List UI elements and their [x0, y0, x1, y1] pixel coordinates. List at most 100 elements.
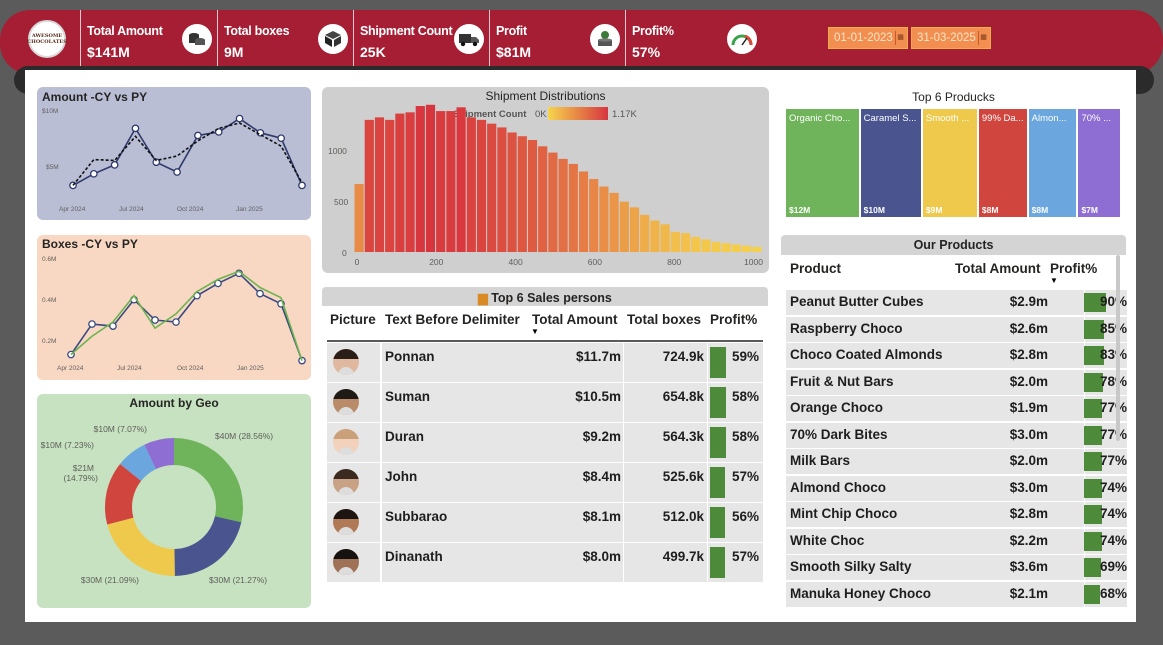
histogram-bar	[466, 117, 476, 252]
header-divider	[327, 340, 763, 342]
table-row[interactable]: Peanut Butter Cubes $2.9m 90%	[786, 290, 1127, 316]
trophy-icon: ▆	[478, 291, 488, 305]
profit-percent: 90%	[1099, 294, 1127, 309]
salesperson-name: John	[385, 469, 418, 484]
start-date-input[interactable]: 01-01-2023 ▦	[828, 27, 908, 49]
table-row[interactable]: Suman $10.5m 654.8k 58%	[327, 383, 763, 423]
kpi-total-amount[interactable]: Total Amount $141M	[80, 10, 163, 66]
table-row[interactable]: Smooth Silky Salty $3.6m 69%	[786, 555, 1127, 581]
table-row[interactable]: 70% Dark Bites $3.0m 77%	[786, 422, 1127, 449]
treemap-tile[interactable]: Organic Cho... $12M	[786, 109, 859, 217]
total-amount: $8.0m	[582, 549, 621, 564]
kpi-profit[interactable]: Profit $81M	[489, 10, 531, 66]
kpi-total-boxes[interactable]: Total boxes 9M	[217, 10, 290, 66]
col-header[interactable]: Text Before Delimiter	[385, 312, 520, 327]
shipment-distribution-chart[interactable]: Shipment Distributions Shipment Count 0K…	[322, 87, 769, 273]
table-row[interactable]: Dinanath $8.0m 499.7k 57%	[327, 543, 763, 583]
table-row[interactable]: Milk Bars $2.0m 77%	[786, 449, 1127, 475]
kpi-profit-percent[interactable]: Profit% 57%	[625, 10, 674, 66]
total-amount: $3.0m	[1009, 479, 1048, 495]
slice-label: $10M (7.07%)	[94, 424, 148, 434]
histogram-bar	[701, 239, 711, 252]
tile-label: Smooth ...	[925, 113, 970, 124]
total-boxes: 564.3k	[662, 429, 704, 444]
sort-desc-icon[interactable]: ▼	[531, 327, 539, 336]
sort-desc-icon[interactable]: ▼	[1050, 276, 1058, 285]
total-amount: $2.0m	[1009, 453, 1048, 468]
total-boxes: 654.8k	[662, 389, 704, 404]
col-header[interactable]: Profit%	[1050, 261, 1097, 276]
donut-svg: $40M (28.56%) $30M (21.27%) $30M (21.09%) $…	[41, 424, 274, 585]
boxes-cy-py-chart[interactable]: Boxes -CY vs PY 0.6M 0.4M 0.2M Apr 2024 …	[37, 235, 311, 380]
slice-label: $30M (21.27%)	[209, 575, 267, 585]
histogram-bar	[609, 192, 619, 252]
scrollbar[interactable]	[1116, 255, 1120, 441]
histogram-bar	[640, 214, 650, 252]
data-point	[194, 131, 202, 140]
tile-value: $10M	[863, 205, 885, 215]
table-row[interactable]: Ponnan $11.7m 724.9k 59%	[327, 343, 763, 383]
col-header[interactable]: Picture	[330, 312, 376, 327]
histogram-bar	[487, 123, 497, 253]
calendar-icon[interactable]: ▦	[978, 31, 988, 45]
calendar-icon[interactable]: ▦	[895, 31, 905, 45]
donut-slice	[174, 516, 242, 576]
sales-table[interactable]: Picture Text Before Delimiter Total Amou…	[327, 306, 763, 583]
table-row[interactable]: Subbarao $8.1m 512.0k 56%	[327, 503, 763, 543]
profit-percent: 56%	[731, 509, 759, 524]
product-name: 70% Dark Bites	[790, 426, 888, 442]
col-header[interactable]: Total Amount	[955, 261, 1040, 276]
end-date-input[interactable]: 31-03-2025 ▦	[911, 27, 991, 49]
treemap-tile[interactable]: Smooth ... $9M	[922, 109, 977, 217]
table-row[interactable]: Duran $9.2m 564.3k 58%	[327, 423, 763, 463]
tile-value: $12M	[789, 205, 811, 215]
data-point	[110, 161, 119, 169]
col-header[interactable]: Total Amount	[532, 312, 617, 327]
sales-title-text: Top 6 Sales persons	[491, 291, 612, 305]
histogram-bar	[568, 163, 578, 252]
product-name: Peanut Butter Cubes	[790, 294, 924, 309]
treemap-tile[interactable]: 99% Da... $8M	[978, 109, 1027, 217]
col-header[interactable]: Total boxes	[627, 312, 701, 327]
data-point	[235, 114, 244, 123]
products-table[interactable]: Product Total Amount Profit% ▼ Peanut Bu…	[786, 255, 1127, 607]
avatar	[333, 349, 359, 375]
profit-percent: 69%	[1099, 559, 1127, 574]
sales-title: ▆ Top 6 Sales persons	[322, 290, 768, 305]
total-boxes: 512.0k	[662, 509, 704, 524]
amount-by-geo-chart[interactable]: Amount by Geo $40M (28.56%) $30M (21.27%)…	[37, 394, 311, 608]
histogram-bar	[538, 146, 548, 252]
y-tick: 500	[334, 197, 348, 207]
table-row[interactable]: Manuka Honey Choco $2.1m 68%	[786, 581, 1127, 608]
data-point	[131, 124, 140, 133]
table-row[interactable]: Raspberry Choco $2.6m 85%	[786, 316, 1127, 343]
total-amount: $3.0m	[1009, 426, 1048, 442]
col-header[interactable]: Profit%	[710, 312, 757, 327]
histogram-bar	[619, 201, 629, 252]
profit-percent: 58%	[731, 389, 759, 404]
kpi-shipment-count[interactable]: Shipment Count 25K	[353, 10, 453, 66]
treemap-tile[interactable]: Caramel S... $10M	[860, 109, 921, 217]
amount-line-svg: $10M $5M Apr 2024 Jul 2024 Oct 2024 Jan …	[42, 108, 306, 213]
table-row[interactable]: Fruit & Nut Bars $2.0m 78%	[786, 369, 1127, 396]
amount-cy-py-chart[interactable]: Amount -CY vs PY $10M $5M Apr 2024 Jul 2…	[37, 87, 311, 220]
treemap-tile[interactable]: Almon... $8M	[1028, 109, 1077, 217]
table-row[interactable]: Orange Choco $1.9m 77%	[786, 396, 1127, 422]
data-point	[88, 320, 96, 328]
treemap-tile[interactable]: 70% ... $7M	[1078, 109, 1120, 217]
histogram-bar	[660, 224, 670, 252]
top-products-chart[interactable]: Top 6 Producks Organic Cho... $12M Carame…	[781, 88, 1126, 218]
table-row[interactable]: John $8.4m 525.6k 57%	[327, 463, 763, 503]
x-tick: 0	[355, 257, 360, 267]
histogram-bar	[385, 119, 395, 252]
table-row[interactable]: Almond Choco $3.0m 74%	[786, 475, 1127, 502]
col-header[interactable]: Product	[790, 261, 841, 276]
data-point	[173, 168, 181, 176]
y-tick: $10M	[42, 108, 58, 115]
histogram-bar	[589, 179, 599, 252]
table-row[interactable]: White Choc $2.2m 74%	[786, 528, 1127, 555]
total-amount: $3.6m	[1009, 559, 1048, 574]
table-row[interactable]: Choco Coated Almonds $2.8m 83%	[786, 343, 1127, 369]
total-amount: $9.2m	[582, 429, 621, 444]
table-row[interactable]: Mint Chip Choco $2.8m 74%	[786, 502, 1127, 528]
